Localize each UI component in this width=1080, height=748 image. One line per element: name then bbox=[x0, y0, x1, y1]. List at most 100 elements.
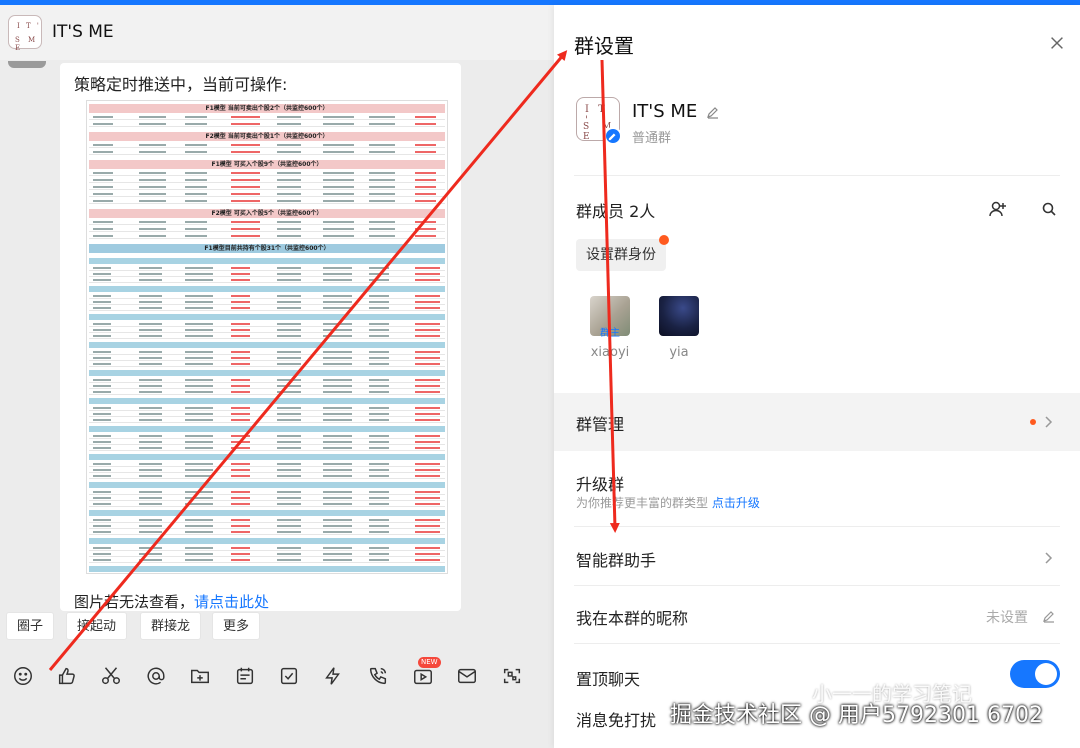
thumbs-up-icon[interactable] bbox=[56, 665, 78, 687]
report-row bbox=[89, 530, 445, 535]
group-management-row[interactable]: 群管理 bbox=[554, 393, 1080, 451]
report-row bbox=[89, 474, 445, 479]
report-row bbox=[89, 390, 445, 395]
report-row bbox=[89, 434, 445, 439]
mention-icon[interactable] bbox=[145, 665, 167, 687]
chevron-right-icon bbox=[1041, 414, 1055, 428]
report-subsection-bar bbox=[89, 426, 445, 432]
report-row bbox=[89, 446, 445, 451]
search-icon[interactable] bbox=[1040, 200, 1058, 218]
add-member-icon[interactable] bbox=[988, 199, 1008, 219]
mail-icon[interactable] bbox=[456, 665, 478, 687]
report-section-header: F2模型 当前可卖出个股1个（共监控600个） bbox=[89, 132, 445, 141]
report-subsection-bar bbox=[89, 398, 445, 404]
report-row bbox=[89, 266, 445, 271]
report-row bbox=[89, 150, 445, 155]
divider bbox=[574, 643, 1060, 644]
chat-header: I T ' S M E IT'S ME bbox=[0, 5, 555, 60]
report-row bbox=[89, 234, 445, 239]
member-name: yia bbox=[669, 345, 689, 360]
report-row bbox=[89, 334, 445, 339]
upgrade-link[interactable]: 点击升级 bbox=[712, 496, 760, 510]
report-row bbox=[89, 356, 445, 361]
members-title: 群成员 2人 bbox=[576, 202, 656, 221]
member-name: xiaoyi bbox=[590, 345, 630, 360]
pin-chat-toggle[interactable] bbox=[1010, 660, 1060, 688]
emoji-icon[interactable] bbox=[12, 665, 34, 687]
group-name: IT'S ME bbox=[632, 101, 698, 122]
chat-area: I T ' S M E IT'S ME 策略定时推送中，当前可操作: F1模型 … bbox=[0, 5, 555, 748]
member-avatar-yia[interactable] bbox=[659, 296, 699, 336]
report-row bbox=[89, 115, 445, 120]
checkbox-task-icon[interactable] bbox=[278, 665, 300, 687]
nickname-row[interactable]: 我在本群的昵称 未设置 bbox=[554, 587, 1080, 645]
view-image-link[interactable]: 请点击此处 bbox=[194, 593, 269, 611]
report-row bbox=[89, 278, 445, 283]
quick-action-relay[interactable]: 接起动 bbox=[66, 612, 128, 640]
message-footer: 图片若无法查看，请点击此处 bbox=[74, 593, 270, 611]
scan-icon[interactable] bbox=[501, 665, 523, 687]
report-row bbox=[89, 502, 445, 507]
close-icon[interactable] bbox=[1048, 34, 1066, 52]
report-subsection-bar bbox=[89, 566, 445, 572]
folder-add-icon[interactable] bbox=[189, 665, 211, 687]
report-row bbox=[89, 552, 445, 557]
report-row bbox=[89, 322, 445, 327]
lightning-icon[interactable] bbox=[322, 665, 344, 687]
toggle-knob bbox=[1035, 663, 1057, 685]
smart-assistant-row[interactable]: 智能群助手 bbox=[554, 529, 1080, 587]
report-row bbox=[89, 362, 445, 367]
upgrade-group-subtitle: 为你推荐更丰富的群类型 点击升级 bbox=[576, 496, 760, 510]
report-row bbox=[89, 300, 445, 305]
report-row bbox=[89, 406, 445, 411]
group-logo[interactable]: I T ' S M E bbox=[8, 15, 42, 52]
report-row bbox=[89, 546, 445, 551]
report-row bbox=[89, 122, 445, 127]
report-subsection-bar bbox=[89, 314, 445, 320]
chat-title: IT'S ME bbox=[52, 22, 114, 42]
report-row bbox=[89, 306, 445, 311]
report-row bbox=[89, 171, 445, 176]
group-settings-panel: 群设置 I T ' S M E IT'S ME 普通群 群成员 2人 设置群身份… bbox=[554, 5, 1080, 748]
pencil-icon[interactable] bbox=[706, 104, 720, 119]
report-row bbox=[89, 490, 445, 495]
report-row bbox=[89, 558, 445, 563]
report-row bbox=[89, 350, 445, 355]
calendar-icon[interactable] bbox=[234, 665, 256, 687]
report-row bbox=[89, 185, 445, 190]
set-role-button[interactable]: 设置群身份 bbox=[576, 239, 666, 271]
report-section-header: F1模型目前共持有个股31个（共监控600个） bbox=[89, 244, 445, 253]
quick-action-more[interactable]: 更多 bbox=[212, 612, 261, 640]
group-type: 普通群 bbox=[632, 131, 672, 146]
report-row bbox=[89, 178, 445, 183]
report-row bbox=[89, 440, 445, 445]
report-section-header: F2模型 可买入个股5个（共监控600个） bbox=[89, 209, 445, 218]
report-row bbox=[89, 524, 445, 529]
avatar-edit-icon[interactable] bbox=[604, 127, 622, 145]
quick-action-chain[interactable]: 群接龙 bbox=[140, 612, 202, 640]
message-bubble: 策略定时推送中，当前可操作: F1模型 当前可卖出个股2个（共监控600个） F2… bbox=[60, 63, 461, 611]
report-subsection-bar bbox=[89, 342, 445, 348]
notification-dot bbox=[659, 235, 669, 245]
message-title: 策略定时推送中，当前可操作: bbox=[74, 75, 288, 94]
report-subsection-bar bbox=[89, 510, 445, 516]
report-subsection-bar bbox=[89, 482, 445, 488]
phone-call-icon[interactable] bbox=[367, 665, 389, 687]
sender-avatar[interactable] bbox=[8, 61, 46, 68]
report-subsection-bar bbox=[89, 538, 445, 544]
divider bbox=[574, 585, 1060, 586]
report-row bbox=[89, 468, 445, 473]
report-row bbox=[89, 227, 445, 232]
chevron-right-icon bbox=[1041, 550, 1055, 564]
report-row bbox=[89, 220, 445, 225]
report-section-header: F1模型 可买入个股9个（共监控600个） bbox=[89, 160, 445, 169]
report-subsection-bar bbox=[89, 286, 445, 292]
pencil-icon[interactable] bbox=[1042, 608, 1056, 623]
strategy-report-image[interactable]: F1模型 当前可卖出个股2个（共监控600个） F2模型 当前可卖出个股1个（共监… bbox=[86, 100, 448, 574]
report-row bbox=[89, 462, 445, 467]
scissors-icon[interactable] bbox=[100, 665, 122, 687]
report-row bbox=[89, 412, 445, 417]
live-video-icon[interactable] bbox=[412, 665, 434, 687]
quick-action-circle[interactable]: 圈子 bbox=[6, 612, 55, 640]
report-row bbox=[89, 272, 445, 277]
